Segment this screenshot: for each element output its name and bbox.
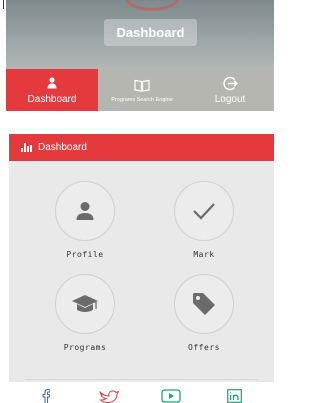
card-label: Mark	[193, 250, 215, 259]
facebook-icon[interactable]	[40, 388, 52, 403]
person-icon	[76, 202, 94, 220]
linkedin-icon[interactable]	[226, 388, 242, 403]
social-links	[0, 388, 280, 403]
graduation-cap-icon	[72, 295, 98, 312]
bar-chart-icon	[21, 143, 32, 152]
tab-label: Programs Search Engine	[111, 96, 173, 103]
tab-label: Logout	[214, 94, 246, 105]
programs-circle	[55, 274, 115, 334]
card-label: Programs	[63, 343, 107, 352]
divider	[25, 379, 258, 380]
youtube-icon[interactable]	[160, 388, 182, 403]
tab-bar: Dashboard Programs Search Engine Logout	[6, 69, 274, 111]
checkmark-icon	[193, 203, 215, 220]
profile-circle	[55, 181, 115, 241]
user-icon	[47, 75, 57, 91]
mark-circle	[174, 181, 234, 241]
offers-card[interactable]: Offers	[169, 274, 239, 352]
tab-label: Dashboard	[27, 94, 77, 105]
header-decoration	[124, 0, 180, 11]
dashboard-panel: Dashboard Profile Mark Programs Offers	[9, 134, 274, 382]
card-label: Profile	[66, 250, 104, 259]
tab-logout[interactable]: Logout	[186, 69, 274, 111]
twitter-icon[interactable]	[98, 388, 120, 403]
tab-dashboard[interactable]: Dashboard	[6, 69, 98, 111]
page-title: Dashboard	[104, 19, 197, 46]
programs-card[interactable]: Programs	[50, 274, 120, 352]
logout-icon	[222, 75, 238, 91]
mark-card[interactable]: Mark	[169, 181, 239, 259]
panel-title: Dashboard	[38, 142, 87, 153]
book-icon	[134, 78, 150, 94]
app-header: Dashboard	[6, 0, 274, 70]
card-label: Offers	[188, 343, 220, 352]
offers-circle	[174, 274, 234, 334]
profile-card[interactable]: Profile	[50, 181, 120, 259]
tag-icon	[193, 293, 215, 315]
panel-header: Dashboard	[9, 134, 274, 161]
tab-programs-search-engine[interactable]: Programs Search Engine	[98, 69, 186, 111]
